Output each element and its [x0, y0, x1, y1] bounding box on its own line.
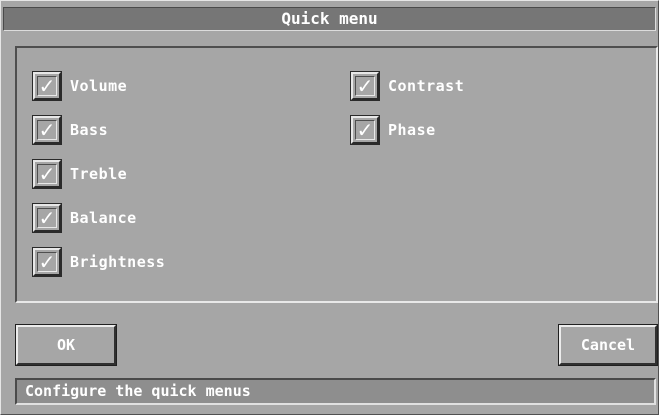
- checkbox-brightness[interactable]: ✓: [32, 247, 62, 277]
- checkbox-phase[interactable]: ✓: [350, 115, 380, 145]
- checkmark-icon: ✓: [356, 118, 374, 142]
- option-balance[interactable]: ✓ Balance: [32, 202, 137, 234]
- option-volume[interactable]: ✓ Volume: [32, 70, 128, 102]
- option-treble[interactable]: ✓ Treble: [32, 158, 128, 190]
- checkbox-balance[interactable]: ✓: [32, 203, 62, 233]
- checkbox-treble[interactable]: ✓: [32, 159, 62, 189]
- checkbox-contrast[interactable]: ✓: [350, 71, 380, 101]
- status-text: Configure the quick menus: [25, 382, 251, 400]
- checkbox-volume[interactable]: ✓: [32, 71, 62, 101]
- quick-menu-dialog: Quick menu ✓ Volume ✓ Bass ✓ Treble ✓ Ba…: [0, 0, 659, 415]
- checkbox-bass[interactable]: ✓: [32, 115, 62, 145]
- dialog-title: Quick menu: [281, 9, 378, 28]
- options-panel: ✓ Volume ✓ Bass ✓ Treble ✓ Balance ✓ Bri…: [15, 46, 658, 303]
- option-contrast[interactable]: ✓ Contrast: [350, 70, 465, 102]
- ok-button-label: OK: [56, 336, 76, 354]
- checkmark-icon: ✓: [38, 118, 56, 142]
- option-label-contrast: Contrast: [388, 77, 465, 95]
- checkmark-icon: ✓: [38, 206, 56, 230]
- option-label-treble: Treble: [70, 165, 128, 183]
- option-label-bass: Bass: [70, 121, 109, 139]
- cancel-button-label: Cancel: [580, 336, 636, 354]
- dialog-title-bar: Quick menu: [3, 7, 656, 31]
- option-phase[interactable]: ✓ Phase: [350, 114, 436, 146]
- option-brightness[interactable]: ✓ Brightness: [32, 246, 166, 278]
- checkmark-icon: ✓: [38, 250, 56, 274]
- status-bar: Configure the quick menus: [15, 378, 656, 405]
- option-bass[interactable]: ✓ Bass: [32, 114, 109, 146]
- checkmark-icon: ✓: [38, 74, 56, 98]
- option-label-balance: Balance: [70, 209, 137, 227]
- option-label-brightness: Brightness: [70, 253, 166, 271]
- option-label-phase: Phase: [388, 121, 436, 139]
- checkmark-icon: ✓: [38, 162, 56, 186]
- cancel-button[interactable]: Cancel: [558, 324, 658, 366]
- ok-button[interactable]: OK: [15, 324, 117, 366]
- option-label-volume: Volume: [70, 77, 128, 95]
- checkmark-icon: ✓: [356, 74, 374, 98]
